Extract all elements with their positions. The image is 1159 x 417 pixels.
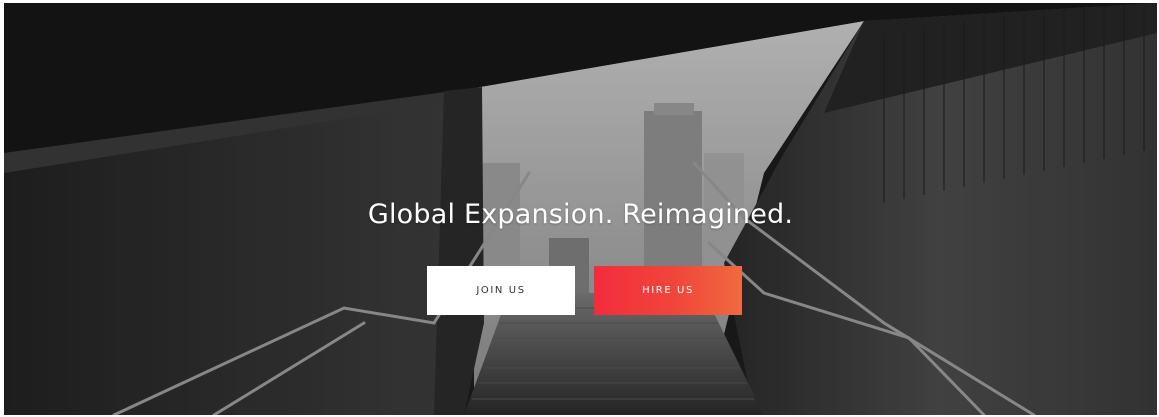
- join-us-button[interactable]: JOIN US: [427, 266, 575, 315]
- hero-headline: Global Expansion. Reimagined.: [367, 199, 794, 230]
- hero-section: Global Expansion. Reimagined. JOIN US HI…: [4, 3, 1157, 415]
- hire-us-button[interactable]: HIRE US: [594, 266, 742, 315]
